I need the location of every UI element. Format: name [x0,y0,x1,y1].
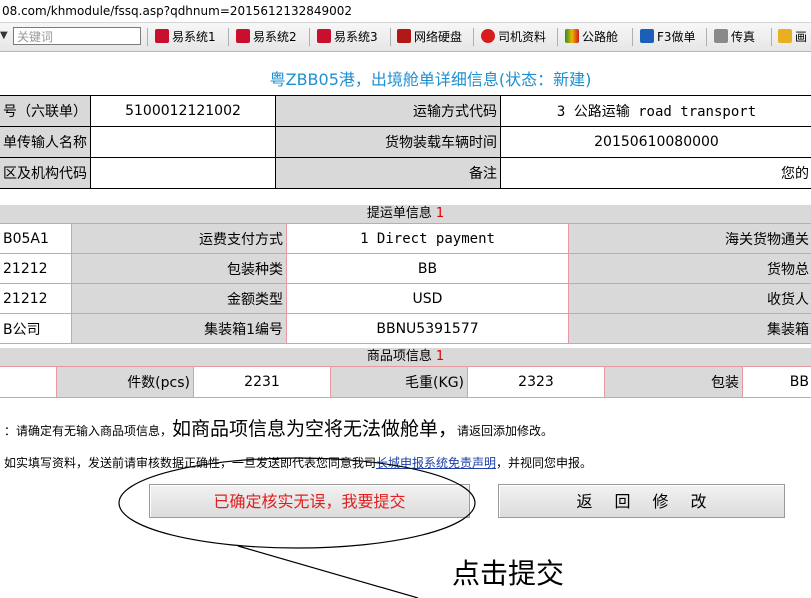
toolbar-button-fax[interactable]: 传真 [714,28,755,46]
table-row: 件数(pcs) 2231 毛重(KG) 2323 包装 BB [0,366,811,398]
toolbar-divider [228,28,229,46]
field-value: 21212 [0,283,72,314]
table-row: B公司 集装箱1编号 BBNU5391577 集装箱 [0,313,811,344]
disclaimer-note: 如实填写资料，发送前请审核数据正确性，一旦发送即代表您同意我司长城申报系统免责声… [4,456,593,470]
field-label: 单传输人名称 [0,126,91,158]
url-text[interactable]: 08.com/khmodule/fssq.asp?qdhnum=20156121… [0,4,352,18]
field-value: BB [742,366,811,398]
field-value [0,366,57,398]
toolbar-button-f3[interactable]: F3做单 [640,28,696,46]
goods-table: 件数(pcs) 2231 毛重(KG) 2323 包装 BB [0,366,811,398]
field-value: BB [286,253,569,284]
field-value: 21212 [0,253,72,284]
field-label: 件数(pcs) [56,366,194,398]
field-label: 运费支付方式 [71,223,287,254]
goods-count: 1 [435,349,445,364]
toolbar-divider [309,28,310,46]
toolbar-divider [390,28,391,46]
field-label: 包装 [604,366,743,398]
w-logo-icon [565,29,579,43]
callout-line [237,545,419,598]
yi-logo-icon [155,29,169,43]
toolbar-divider [473,28,474,46]
search-input[interactable]: 关键词 [13,27,141,45]
toolbar-button-yi2[interactable]: 易系统2 [236,28,297,46]
toolbar-divider [557,28,558,46]
toolbar-divider [632,28,633,46]
toolbar-divider [147,28,148,46]
field-label: 集装箱 [568,313,811,344]
field-label: 海关货物通关 [568,223,811,254]
field-value: B公司 [0,313,72,344]
k-logo-icon [397,29,411,43]
toolbar-button-draw[interactable]: 画 [778,28,807,46]
go-logo-icon [640,29,654,43]
table-row: 21212 包装种类 BB 货物总 [0,253,811,284]
field-label: 毛重(KG) [330,366,468,398]
field-value: USD [286,283,569,314]
field-label: 备注 [275,157,501,189]
field-value [90,157,276,189]
toolbar-button-disk[interactable]: 网络硬盘 [397,28,462,46]
field-value: 您的 [500,157,811,189]
toolbar-divider [706,28,707,46]
field-label: 收货人 [568,283,811,314]
pencil-icon [778,29,792,43]
warning-note: ：请确定有无输入商品项信息，如商品项信息为空将无法做舱单，请返回添加修改。 [4,418,554,440]
field-value: B05A1 [0,223,72,254]
field-label: 集装箱1编号 [71,313,287,344]
field-value: 2323 [467,366,605,398]
disclaimer-link[interactable]: 长城申报系统免责声明 [376,456,496,470]
toolbar-button-road[interactable]: 公路舱 [565,28,618,46]
field-label: 货物总 [568,253,811,284]
address-bar[interactable]: 08.com/khmodule/fssq.asp?qdhnum=20156121… [0,0,811,23]
field-value: 20150610080000 [500,126,811,158]
annotation-text: 点击提交 [446,552,571,592]
field-label: 号（六联单） [0,95,91,127]
field-label: 货物装载车辆时间 [275,126,501,158]
yi-logo-icon [317,29,331,43]
table-row: 号（六联单） 5100012121002 运输方式代码 3 公路运输 road … [0,95,811,127]
waybill-table: B05A1 运费支付方式 1 Direct payment 海关货物通关 212… [0,223,811,344]
field-label: 区及机构代码 [0,157,91,189]
toolbar-button-yi3[interactable]: 易系统3 [317,28,378,46]
goods-section-header: 商品项信息 1 [0,348,811,366]
shield-icon [481,29,495,43]
printer-icon [714,29,728,43]
field-value [90,126,276,158]
main-info-table: 号（六联单） 5100012121002 运输方式代码 3 公路运输 road … [0,95,811,189]
dropdown-arrow-icon[interactable]: ▼ [0,30,8,41]
field-value: 5100012121002 [90,95,276,127]
table-row: B05A1 运费支付方式 1 Direct payment 海关货物通关 [0,223,811,254]
field-label: 金额类型 [71,283,287,314]
field-value: 3 公路运输 road transport [500,95,811,127]
toolbar-button-driver[interactable]: 司机资料 [481,28,546,46]
toolbar-button-yi1[interactable]: 易系统1 [155,28,216,46]
field-value: 2231 [193,366,331,398]
field-value: BBNU5391577 [286,313,569,344]
table-row: 单传输人名称 货物装载车辆时间 20150610080000 [0,126,811,158]
page-title: 粤ZBB05港，出境舱单详细信息(状态：新建) [269,70,592,89]
table-row: 区及机构代码 备注 您的 [0,157,811,189]
table-row: 21212 金额类型 USD 收货人 [0,283,811,314]
confirm-submit-button[interactable]: 已确定核实无误，我要提交 [149,484,470,518]
browser-toolbar: ▼ 关键词 易系统1 易系统2 易系统3 网络硬盘 司机资料 公路舱 F3做单 … [0,23,811,52]
toolbar-divider [771,28,772,46]
yi-logo-icon [236,29,250,43]
field-label: 运输方式代码 [275,95,501,127]
back-modify-button[interactable]: 返回修改 [498,484,785,518]
field-label: 包装种类 [71,253,287,284]
waybill-count: 1 [435,206,445,221]
field-value: 1 Direct payment [286,223,569,254]
waybill-section-header: 提运单信息 1 [0,205,811,223]
